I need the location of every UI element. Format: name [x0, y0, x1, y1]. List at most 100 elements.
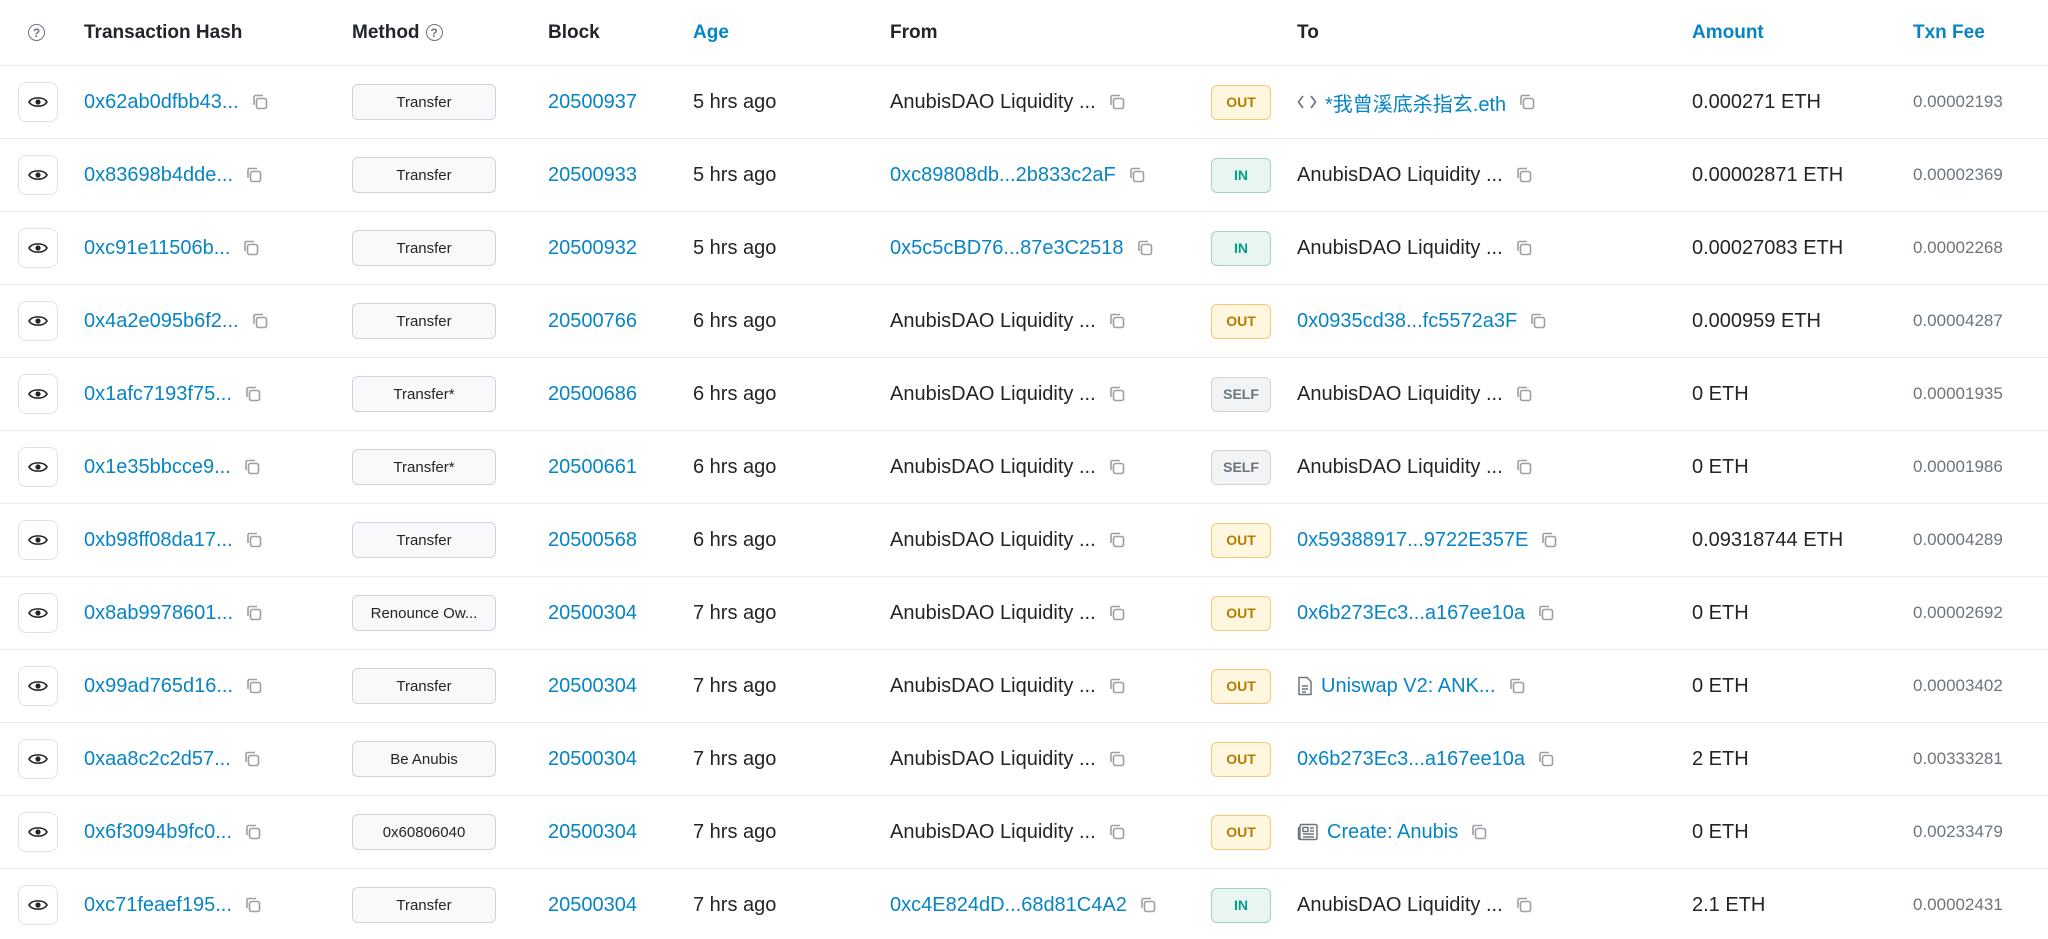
view-details-button[interactable] — [18, 301, 58, 341]
copy-icon[interactable] — [245, 531, 263, 549]
copy-icon[interactable] — [242, 239, 260, 257]
copy-icon[interactable] — [1515, 166, 1533, 184]
to-address[interactable]: 0x6b273Ec3...a167ee10a — [1297, 602, 1525, 625]
from-address[interactable]: 0xc4E824dD...68d81C4A2 — [890, 894, 1127, 917]
fee-cell: 0.00002369 — [1913, 139, 2003, 211]
age-text: 7 hrs ago — [693, 747, 777, 770]
copy-icon[interactable] — [244, 823, 262, 841]
copy-icon[interactable] — [1515, 458, 1533, 476]
copy-icon[interactable] — [1128, 166, 1146, 184]
tx-hash-link[interactable]: 0x83698b4dde... — [84, 164, 233, 187]
view-details-button[interactable] — [18, 593, 58, 633]
copy-icon[interactable] — [245, 677, 263, 695]
view-details-button[interactable] — [18, 739, 58, 779]
to-address[interactable]: Uniswap V2: ANK... — [1321, 675, 1496, 698]
block-link[interactable]: 20500937 — [548, 91, 637, 114]
copy-icon[interactable] — [1515, 385, 1533, 403]
block-link[interactable]: 20500568 — [548, 529, 637, 552]
copy-icon[interactable] — [1529, 312, 1547, 330]
eye-icon — [28, 95, 48, 109]
from-address: AnubisDAO Liquidity ... — [890, 382, 1096, 405]
view-details-button[interactable] — [18, 520, 58, 560]
copy-icon[interactable] — [1108, 750, 1126, 768]
copy-icon[interactable] — [244, 896, 262, 914]
tx-hash-link[interactable]: 0x1afc7193f75... — [84, 383, 232, 406]
tx-hash-link[interactable]: 0xc91e11506b... — [84, 237, 230, 260]
direction-cell: OUT — [1211, 285, 1271, 357]
block-link[interactable]: 20500304 — [548, 602, 637, 625]
tx-hash-cell: 0xc71feaef195... — [84, 869, 262, 939]
fee-cell: 0.00001986 — [1913, 431, 2003, 503]
copy-icon[interactable] — [1518, 93, 1536, 111]
copy-icon[interactable] — [1537, 750, 1555, 768]
age-cell: 6 hrs ago — [693, 504, 776, 576]
to-address[interactable]: 0x0935cd38...fc5572a3F — [1297, 310, 1517, 333]
copy-icon[interactable] — [1108, 604, 1126, 622]
block-link[interactable]: 20500304 — [548, 894, 637, 917]
tx-hash-link[interactable]: 0x8ab9978601... — [84, 602, 233, 625]
view-details-button[interactable] — [18, 447, 58, 487]
copy-icon[interactable] — [1470, 823, 1488, 841]
tx-hash-link[interactable]: 0x4a2e095b6f2... — [84, 310, 239, 333]
copy-icon[interactable] — [1108, 823, 1126, 841]
copy-icon[interactable] — [244, 385, 262, 403]
copy-icon[interactable] — [1108, 93, 1126, 111]
copy-icon[interactable] — [251, 312, 269, 330]
tx-hash-link[interactable]: 0x6f3094b9fc0... — [84, 821, 232, 844]
tx-hash-cell: 0x1afc7193f75... — [84, 358, 262, 430]
copy-icon[interactable] — [1139, 896, 1157, 914]
tx-hash-link[interactable]: 0xb98ff08da17... — [84, 529, 233, 552]
from-address[interactable]: 0xc89808db...2b833c2aF — [890, 164, 1116, 187]
copy-icon[interactable] — [245, 604, 263, 622]
header-age-toggle[interactable]: Age — [693, 0, 729, 65]
copy-icon[interactable] — [251, 93, 269, 111]
tx-hash-link[interactable]: 0xaa8c2c2d57... — [84, 748, 231, 771]
copy-icon[interactable] — [1540, 531, 1558, 549]
copy-icon[interactable] — [1108, 458, 1126, 476]
method-help-icon[interactable]: ? — [425, 24, 443, 41]
header-txn-fee-toggle[interactable]: Txn Fee — [1913, 0, 1985, 65]
copy-icon[interactable] — [245, 166, 263, 184]
tx-hash-link[interactable]: 0x1e35bbcce9... — [84, 456, 231, 479]
header-transaction-hash: Transaction Hash — [84, 21, 243, 43]
view-details-button[interactable] — [18, 155, 58, 195]
view-details-button[interactable] — [18, 666, 58, 706]
copy-icon[interactable] — [1108, 677, 1126, 695]
block-link[interactable]: 20500932 — [548, 237, 637, 260]
block-link[interactable]: 20500933 — [548, 164, 637, 187]
to-address[interactable]: Create: Anubis — [1327, 821, 1458, 844]
to-address[interactable]: 0x6b273Ec3...a167ee10a — [1297, 748, 1525, 771]
from-address: AnubisDAO Liquidity ... — [890, 820, 1096, 843]
copy-icon[interactable] — [1108, 531, 1126, 549]
view-details-button[interactable] — [18, 82, 58, 122]
header-amount-toggle[interactable]: Amount — [1692, 0, 1764, 65]
block-link[interactable]: 20500304 — [548, 748, 637, 771]
copy-icon[interactable] — [1537, 604, 1555, 622]
block-link[interactable]: 20500661 — [548, 456, 637, 479]
help-icon-header[interactable]: ? — [28, 0, 45, 65]
direction-badge: IN — [1211, 887, 1271, 923]
view-details-button[interactable] — [18, 228, 58, 268]
copy-icon[interactable] — [1108, 312, 1126, 330]
copy-icon[interactable] — [1515, 239, 1533, 257]
tx-hash-link[interactable]: 0x62ab0dfbb43... — [84, 91, 239, 114]
view-details-button[interactable] — [18, 885, 58, 925]
tx-hash-link[interactable]: 0x99ad765d16... — [84, 675, 233, 698]
copy-icon[interactable] — [1108, 385, 1126, 403]
from-cell: 0xc89808db...2b833c2aF — [890, 139, 1146, 211]
block-link[interactable]: 20500686 — [548, 383, 637, 406]
tx-hash-link[interactable]: 0xc71feaef195... — [84, 894, 232, 917]
copy-icon[interactable] — [1515, 896, 1533, 914]
view-details-button[interactable] — [18, 374, 58, 414]
view-details-button[interactable] — [18, 812, 58, 852]
block-link[interactable]: 20500304 — [548, 821, 637, 844]
copy-icon[interactable] — [1508, 677, 1526, 695]
block-link[interactable]: 20500766 — [548, 310, 637, 333]
copy-icon[interactable] — [1136, 239, 1154, 257]
to-address[interactable]: 0x59388917...9722E357E — [1297, 529, 1528, 552]
to-address[interactable]: *我曾溪底杀指玄.eth — [1325, 88, 1506, 117]
block-link[interactable]: 20500304 — [548, 675, 637, 698]
from-address[interactable]: 0x5c5cBD76...87e3C2518 — [890, 237, 1124, 260]
copy-icon[interactable] — [243, 750, 261, 768]
copy-icon[interactable] — [243, 458, 261, 476]
